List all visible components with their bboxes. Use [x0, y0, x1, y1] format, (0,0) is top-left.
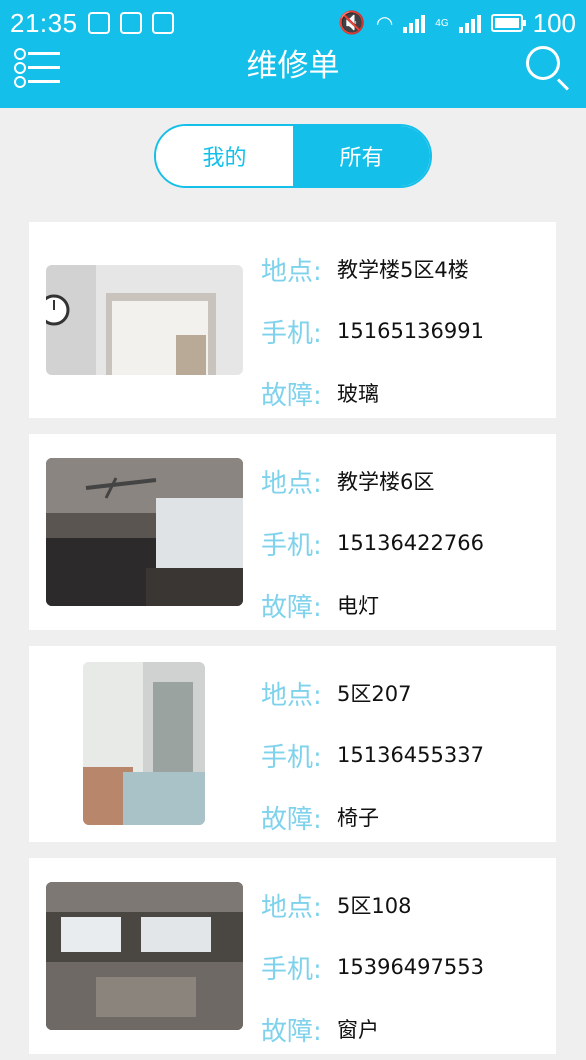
location-value: 教学楼6区	[337, 470, 435, 494]
network-type-label: 4G	[435, 17, 449, 29]
order-fields: 地点: 教学楼5区4楼 手机: 15165136991 故障: 玻璃	[261, 238, 484, 424]
signal-icon-2	[458, 13, 481, 33]
fault-label: 故障:	[261, 804, 322, 835]
fault-label: 故障:	[261, 1016, 322, 1047]
status-left: 21:35	[10, 8, 174, 39]
app-bar: 维修单	[0, 46, 586, 108]
battery-level: 100	[532, 7, 576, 38]
repair-order-card[interactable]: 地点: 教学楼6区 手机: 15136422766 故障: 电灯	[29, 434, 556, 630]
page-title: 维修单	[246, 48, 340, 84]
search-icon[interactable]	[524, 44, 574, 94]
image-notification-icon	[119, 12, 142, 34]
phone-label: 手机:	[261, 954, 322, 985]
phone-label: 手机:	[261, 318, 322, 349]
repair-order-card[interactable]: 地点: 教学楼5区4楼 手机: 15165136991 故障: 玻璃	[29, 222, 556, 418]
status-bar: 21:35 🔇 ◠ 4G 100	[0, 0, 586, 46]
location-label: 地点:	[261, 256, 322, 287]
app-notification-icon	[151, 12, 174, 34]
repair-order-card[interactable]: 地点: 5区207 手机: 15136455337 故障: 椅子	[29, 646, 556, 842]
wifi-icon: ◠	[375, 12, 394, 35]
order-fields: 地点: 5区108 手机: 15396497553 故障: 窗户	[261, 874, 484, 1060]
filter-toggle: 我的 所有	[154, 124, 432, 188]
phone-label: 手机:	[261, 530, 322, 561]
phone-value: 15136455337	[337, 743, 484, 767]
tab-all[interactable]: 所有	[293, 126, 430, 186]
location-label: 地点:	[261, 892, 322, 923]
fault-value: 椅子	[337, 806, 379, 830]
repair-order-card[interactable]: 地点: 5区108 手机: 15396497553 故障: 窗户	[29, 858, 556, 1054]
phone-label: 手机:	[261, 742, 322, 773]
battery-icon	[490, 14, 526, 32]
signal-icon	[403, 13, 426, 33]
fault-label: 故障:	[261, 380, 322, 411]
mute-icon: 🔇	[338, 10, 366, 35]
door-photo	[46, 265, 243, 375]
location-value: 5区108	[337, 894, 412, 918]
location-label: 地点:	[261, 468, 322, 499]
fault-value: 窗户	[337, 1018, 379, 1042]
fault-value: 玻璃	[337, 382, 379, 406]
status-time: 21:35	[10, 7, 78, 38]
fault-label: 故障:	[261, 592, 322, 623]
status-right: 🔇 ◠ 4G 100	[338, 8, 576, 39]
order-fields: 地点: 教学楼6区 手机: 15136422766 故障: 电灯	[261, 450, 484, 636]
phone-value: 15165136991	[337, 319, 484, 343]
location-label: 地点:	[261, 680, 322, 711]
tab-mine[interactable]: 我的	[156, 126, 293, 186]
window-photo	[46, 882, 243, 1030]
location-value: 教学楼5区4楼	[337, 258, 469, 282]
order-fields: 地点: 5区207 手机: 15136455337 故障: 椅子	[261, 662, 484, 848]
chair-photo	[83, 662, 205, 825]
classroom-fan-photo	[46, 458, 243, 606]
phone-value: 15136422766	[337, 531, 484, 555]
phone-value: 15396497553	[337, 955, 484, 979]
fault-value: 电灯	[337, 594, 379, 618]
weibo-notification-icon	[87, 12, 110, 34]
location-value: 5区207	[337, 682, 412, 706]
